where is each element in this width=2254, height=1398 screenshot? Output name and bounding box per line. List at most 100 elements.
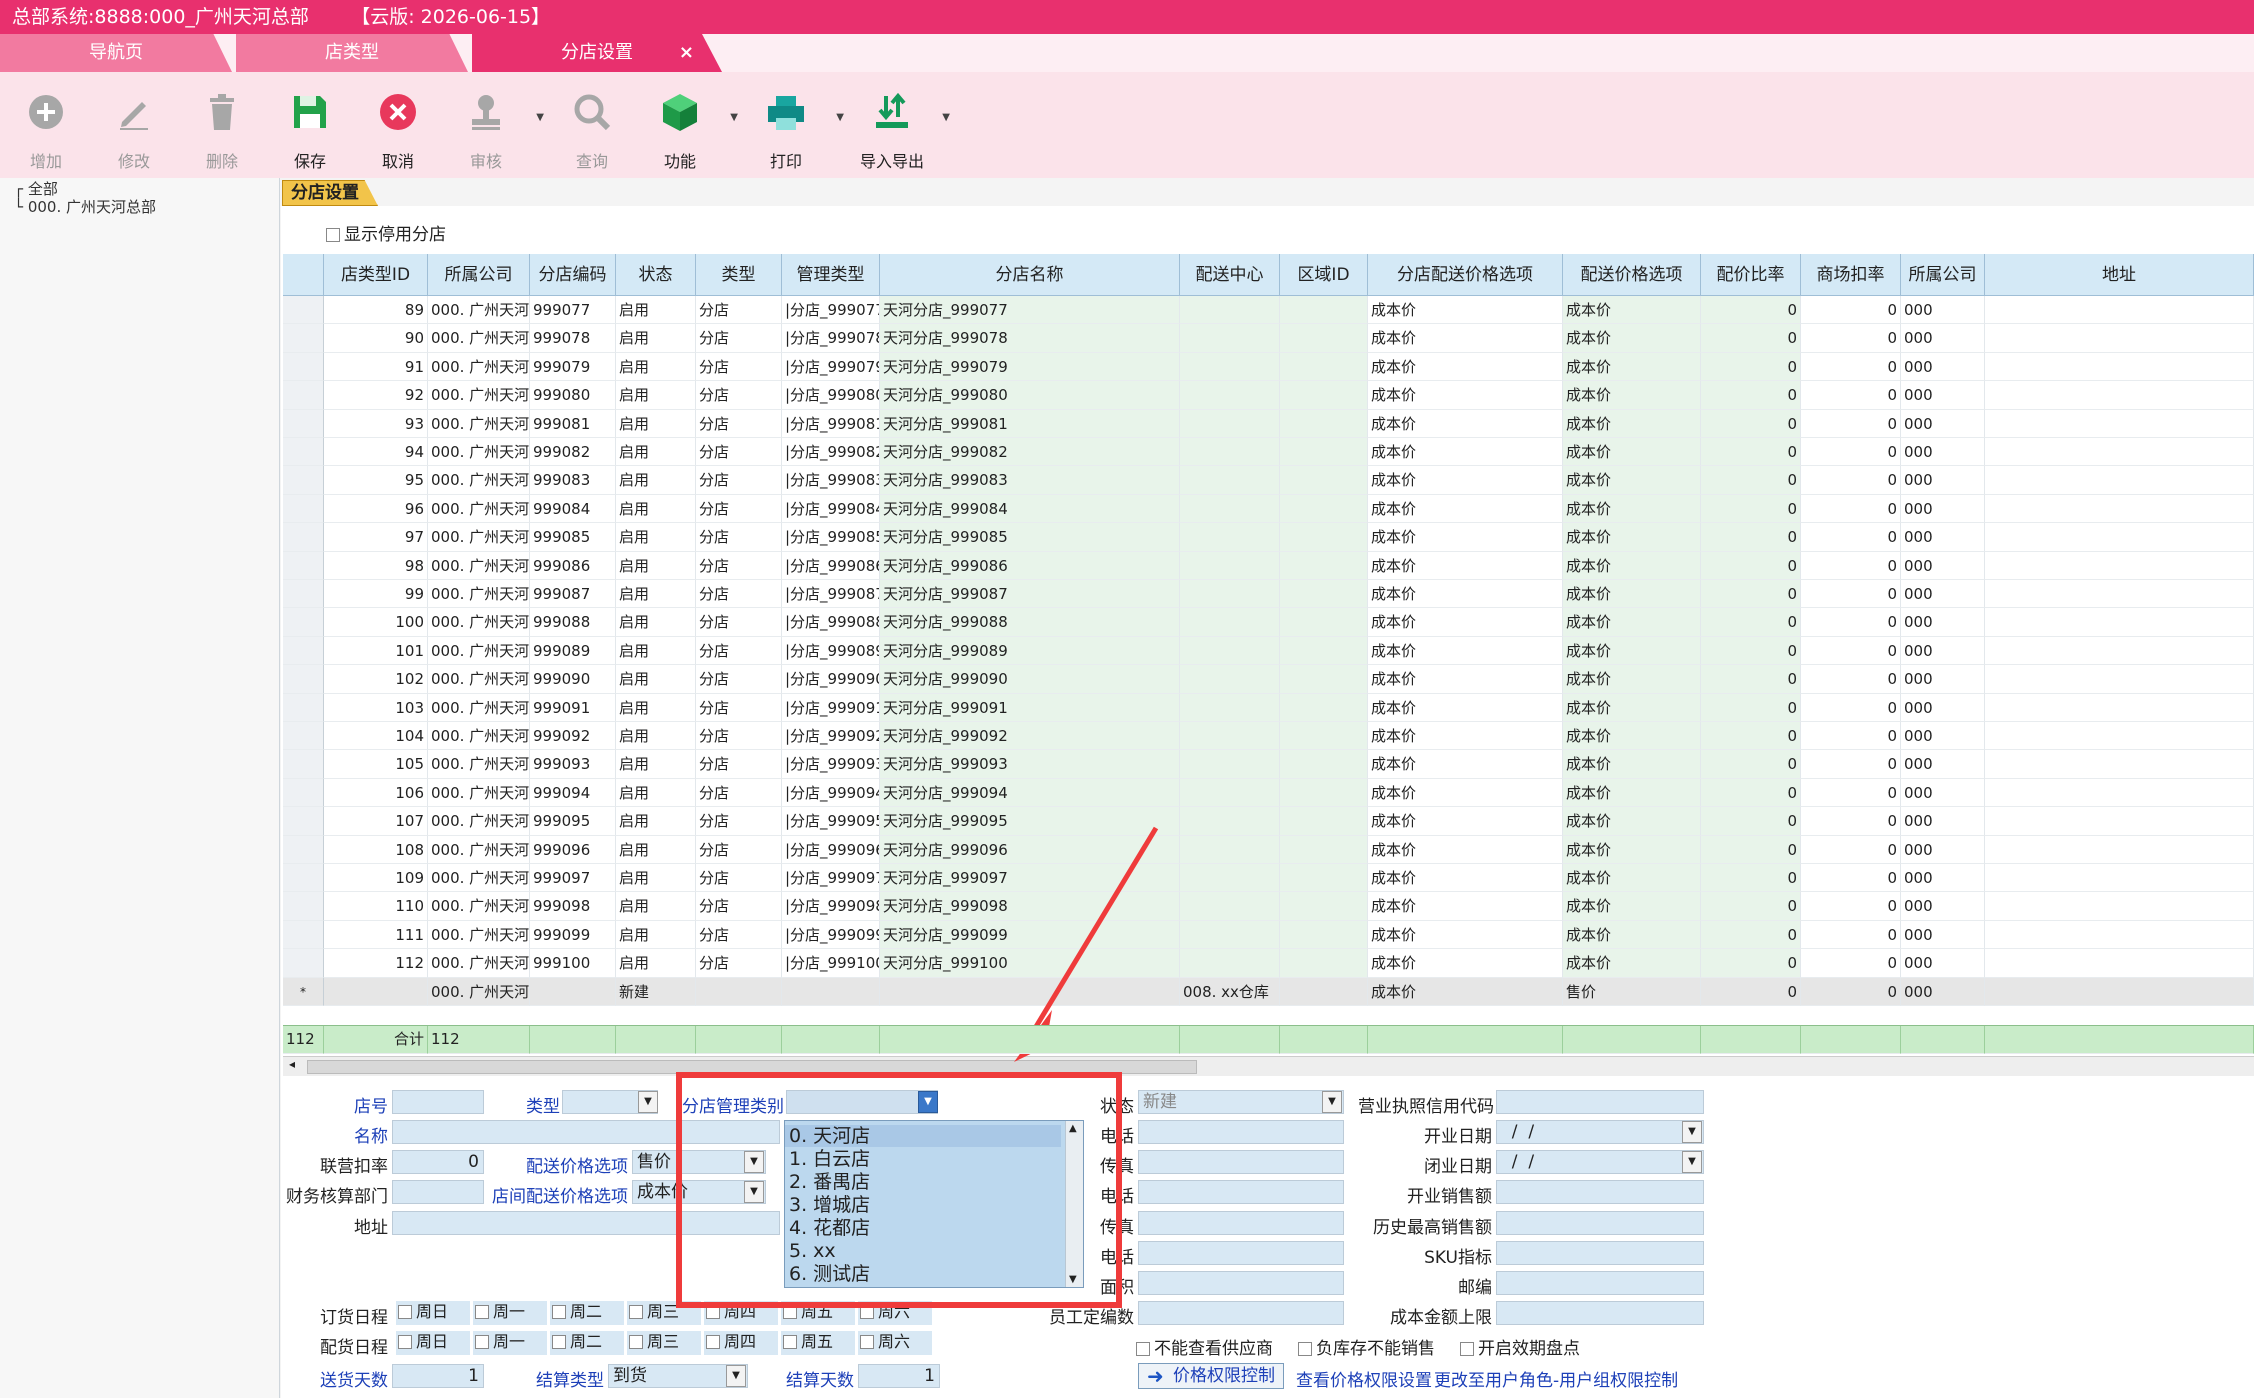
table-cell[interactable]: |分店_999099 (782, 920, 880, 950)
table-cell[interactable]: 0 (1701, 580, 1801, 609)
table-cell[interactable]: 0 (1701, 722, 1801, 751)
table-cell[interactable]: 101 (324, 636, 428, 666)
column-header[interactable]: 区域ID (1280, 254, 1368, 296)
status-select[interactable]: 新建 (1138, 1090, 1344, 1114)
table-cell[interactable]: 分店 (696, 807, 782, 836)
table-cell[interactable]: 000 (1901, 466, 1985, 495)
table-cell[interactable]: 000. 广州天河 (428, 977, 530, 1006)
table-cell[interactable]: 999095 (530, 807, 616, 836)
dropdown-option[interactable]: 0. 天河店 (785, 1125, 1061, 1147)
table-row[interactable]: 106 000. 广州天河 999094 启用 分店 |分店_999094 天河分店_999… (283, 778, 2254, 808)
table-cell[interactable]: 启用 (616, 438, 696, 467)
staff-quota-input[interactable] (1138, 1301, 1344, 1325)
table-cell[interactable]: |分店_999097 (782, 864, 880, 893)
table-cell[interactable]: 分店 (696, 523, 782, 552)
table-cell[interactable]: 000. 广州天河 (428, 608, 530, 637)
row-selector[interactable] (283, 438, 324, 467)
delivery-day-1[interactable]: 周一 (473, 1331, 547, 1355)
table-cell[interactable] (1180, 778, 1280, 808)
checkbox-box[interactable] (326, 228, 340, 242)
add-button[interactable]: 增加 (2, 72, 90, 178)
row-selector[interactable] (283, 949, 324, 978)
table-cell[interactable]: |分店_999084 (782, 494, 880, 524)
table-cell[interactable]: 000 (1901, 494, 1985, 524)
table-row[interactable]: 103 000. 广州天河 999091 启用 分店 |分店_999091 天河分店_999… (283, 693, 2254, 722)
checkbox-box[interactable] (1298, 1342, 1312, 1356)
column-header[interactable]: 分店配送价格选项 (1368, 254, 1563, 296)
table-cell[interactable]: 售价 (1563, 977, 1701, 1006)
dropdown-option[interactable]: 6. 测试店 (789, 1263, 870, 1285)
order-day-2[interactable]: 周二 (550, 1301, 624, 1325)
row-selector[interactable]: * (283, 977, 324, 1006)
table-cell[interactable]: 成本价 (1563, 494, 1701, 524)
table-cell[interactable]: 000. 广州天河 (428, 636, 530, 666)
checkbox-box[interactable] (860, 1335, 874, 1349)
table-cell[interactable]: 分店 (696, 551, 782, 580)
row-selector[interactable] (283, 580, 324, 609)
close-icon[interactable]: × (679, 34, 694, 72)
table-cell[interactable]: 成本价 (1368, 580, 1563, 609)
show-disabled-checkbox[interactable]: 显示停用分店 (326, 220, 446, 245)
chevron-down-icon[interactable]: ▼ (726, 1365, 746, 1387)
table-cell[interactable]: 0 (1801, 324, 1901, 353)
table-cell[interactable]: 分店 (696, 892, 782, 921)
license-input[interactable] (1496, 1090, 1704, 1114)
table-cell[interactable]: 天河分店_999081 (880, 409, 1180, 438)
table-cell[interactable]: 分店 (696, 693, 782, 722)
table-cell[interactable]: 0 (1701, 608, 1801, 637)
table-cell[interactable]: |分店_999087 (782, 580, 880, 609)
table-cell[interactable]: 成本价 (1368, 864, 1563, 893)
chevron-left-icon[interactable]: ◂ (289, 1057, 295, 1071)
table-cell[interactable]: 成本价 (1563, 636, 1701, 666)
table-cell[interactable]: 成本价 (1563, 523, 1701, 552)
table-cell[interactable]: 999078 (530, 324, 616, 353)
fax-input[interactable] (1138, 1150, 1344, 1174)
chevron-up-icon[interactable]: ▲ (1069, 1123, 1077, 1134)
table-cell[interactable]: 000 (1901, 864, 1985, 893)
table-cell[interactable]: 000. 广州天河 (428, 665, 530, 694)
table-cell[interactable]: 000. 广州天河 (428, 949, 530, 978)
table-cell[interactable]: 0 (1801, 438, 1901, 467)
table-cell[interactable]: 000 (1901, 665, 1985, 694)
table-cell[interactable]: |分店_999078 (782, 324, 880, 353)
sku-index-input[interactable] (1496, 1241, 1704, 1265)
table-cell[interactable] (1180, 580, 1280, 609)
cost-limit-input[interactable] (1496, 1301, 1704, 1325)
table-cell[interactable]: 成本价 (1368, 722, 1563, 751)
table-cell[interactable] (1985, 324, 2254, 353)
table-cell[interactable]: 分店 (696, 949, 782, 978)
table-cell[interactable]: 97 (324, 523, 428, 552)
open-date-input[interactable]: / / (1496, 1120, 1704, 1144)
table-cell[interactable]: 93 (324, 409, 428, 438)
table-cell[interactable]: 999097 (530, 864, 616, 893)
table-cell[interactable] (1280, 636, 1368, 666)
table-cell[interactable]: |分店_999089 (782, 636, 880, 666)
table-cell[interactable]: 启用 (616, 409, 696, 438)
table-cell[interactable]: 000 (1901, 750, 1985, 779)
row-selector[interactable] (283, 778, 324, 808)
table-cell[interactable]: 107 (324, 807, 428, 836)
table-cell[interactable] (1985, 665, 2254, 694)
table-cell[interactable]: 000. 广州天河 (428, 438, 530, 467)
table-cell[interactable]: |分店_999081 (782, 409, 880, 438)
table-cell[interactable]: 天河分店_999090 (880, 665, 1180, 694)
table-cell[interactable]: 天河分店_999091 (880, 693, 1180, 722)
table-cell[interactable]: 999091 (530, 693, 616, 722)
table-cell[interactable]: 启用 (616, 636, 696, 666)
table-cell[interactable]: 0 (1701, 750, 1801, 779)
dropdown-option[interactable]: 3. 增城店 (789, 1194, 870, 1216)
table-cell[interactable]: 000. 广州天河 (428, 722, 530, 751)
table-cell[interactable]: 94 (324, 438, 428, 467)
table-cell[interactable]: 启用 (616, 324, 696, 353)
scroll-thumb[interactable] (307, 1060, 1197, 1074)
table-cell[interactable]: 000 (1901, 693, 1985, 722)
table-cell[interactable]: 天河分店_999086 (880, 551, 1180, 580)
table-cell[interactable]: 999084 (530, 494, 616, 524)
max-sales-input[interactable] (1496, 1211, 1704, 1235)
row-selector[interactable] (283, 466, 324, 495)
row-selector[interactable] (283, 835, 324, 864)
column-header[interactable]: 配送中心 (1180, 254, 1280, 296)
table-cell[interactable]: 999077 (530, 296, 616, 325)
function-button[interactable]: 功能 ▼ (636, 72, 738, 178)
mgmt-category-select[interactable] (786, 1090, 938, 1114)
